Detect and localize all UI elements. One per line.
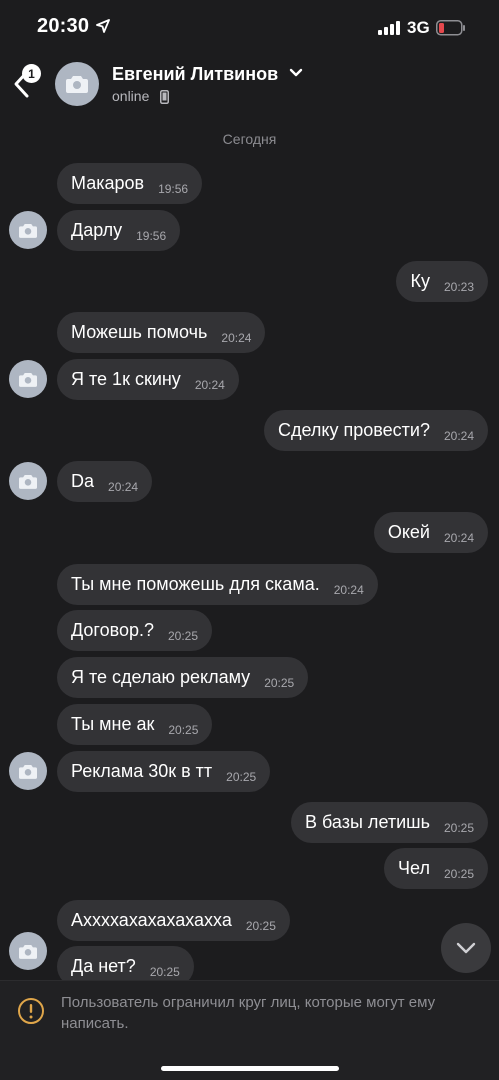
message-time: 20:23 xyxy=(443,279,474,294)
message-time: 20:25 xyxy=(167,628,199,643)
camera-icon xyxy=(19,372,37,387)
message-bubble-incoming[interactable]: Я те сделаю рекламу 20:25 xyxy=(57,657,309,698)
message-time: 20:25 xyxy=(226,769,257,784)
message-time: 20:24 xyxy=(221,330,252,345)
location-arrow-icon xyxy=(96,19,110,33)
message-time: 20:24 xyxy=(443,530,474,545)
contact-name[interactable]: Евгений Литвинов xyxy=(112,64,278,85)
message-bubble-incoming[interactable]: Da 20:24 xyxy=(57,461,153,502)
status-time: 20:30 xyxy=(37,15,90,37)
message-text: Ты мне поможешь для скама. xyxy=(71,574,320,594)
message-bubble-incoming[interactable]: Можешь помочь 20:24 xyxy=(57,312,266,353)
message-bubble-outgoing[interactable]: Сделку провести? 20:24 xyxy=(264,410,488,451)
message-text: Чел xyxy=(398,858,430,878)
message-bubble-incoming[interactable]: Дарлу 19:56 xyxy=(57,210,181,251)
message-bubble-incoming[interactable]: Я те 1к скину 20:24 xyxy=(57,359,239,400)
contact-avatar[interactable] xyxy=(55,62,99,106)
message-bubble-incoming[interactable]: Реклама 30к в тт 20:25 xyxy=(57,751,271,792)
message-text: Ку xyxy=(410,271,430,291)
message-time: 20:24 xyxy=(108,479,139,494)
message-text: Da xyxy=(71,471,95,491)
message-text: Договор.? xyxy=(71,620,154,640)
message-bubble-incoming[interactable]: Договор.? 20:25 xyxy=(57,610,213,651)
message-text: В базы летишь xyxy=(305,812,430,832)
message-time: 19:56 xyxy=(136,228,167,243)
message-bubble-incoming[interactable]: Ты мне ак 20:25 xyxy=(57,704,213,745)
message-bubble-incoming[interactable]: Макаров 19:56 xyxy=(57,163,203,204)
chevron-down-icon[interactable] xyxy=(289,68,303,78)
message-bubble-outgoing[interactable]: Окей 20:24 xyxy=(373,512,488,553)
scroll-down-button[interactable] xyxy=(441,923,491,973)
message-text: Я те сделаю рекламу xyxy=(71,667,251,687)
message-time: 20:24 xyxy=(194,377,225,392)
message-bubble-outgoing[interactable]: Чел 20:25 xyxy=(384,848,488,889)
message-text: Дарлу xyxy=(71,220,123,240)
home-indicator[interactable] xyxy=(161,1066,339,1071)
message-bubble-outgoing[interactable]: Ку 20:23 xyxy=(396,261,488,302)
camera-icon xyxy=(19,223,37,238)
message-text: Я те 1к скину xyxy=(71,369,181,389)
camera-icon xyxy=(19,764,37,779)
message-time: 20:25 xyxy=(149,964,180,979)
sender-avatar[interactable] xyxy=(9,211,47,249)
message-text: Окей xyxy=(387,522,430,542)
status-bar: 20:30 3G xyxy=(0,0,499,56)
message-text: Аххххахахахахахха xyxy=(71,910,232,930)
chevron-down-icon xyxy=(456,942,476,954)
network-type: 3G xyxy=(407,18,430,37)
signal-icon xyxy=(378,21,400,35)
sender-avatar[interactable] xyxy=(9,360,47,398)
battery-icon xyxy=(436,20,465,36)
message-time: 20:24 xyxy=(443,428,474,443)
restriction-notice-bar: Пользователь ограничил круг лиц, которые… xyxy=(0,980,499,1080)
message-time: 20:25 xyxy=(264,675,295,690)
message-text: Реклама 30к в тт xyxy=(71,761,213,781)
camera-icon xyxy=(19,944,37,959)
contact-status: online xyxy=(112,88,150,104)
unread-badge: 1 xyxy=(22,64,41,83)
camera-icon xyxy=(66,76,88,93)
message-time: 20:25 xyxy=(443,866,474,881)
message-bubble-outgoing[interactable]: В базы летишь 20:25 xyxy=(291,802,488,843)
message-text: Макаров xyxy=(71,173,145,193)
message-time: 20:24 xyxy=(333,582,364,597)
message-time: 19:56 xyxy=(158,181,189,196)
date-separator: Сегодня xyxy=(222,131,277,147)
message-time: 20:25 xyxy=(245,918,276,933)
warning-icon xyxy=(18,998,44,1024)
message-time: 20:25 xyxy=(443,820,474,835)
sender-avatar[interactable] xyxy=(9,462,47,500)
message-text: Да нет? xyxy=(71,956,136,976)
message-bubble-incoming[interactable]: Аххххахахахахахха 20:25 xyxy=(57,900,290,941)
phone-icon xyxy=(160,90,169,104)
sender-avatar[interactable] xyxy=(9,932,47,970)
restriction-notice-text: Пользователь ограничил круг лиц, которые… xyxy=(61,994,436,1032)
message-time: 20:25 xyxy=(168,722,199,737)
message-text: Ты мне ак xyxy=(71,714,155,734)
camera-icon xyxy=(19,474,37,489)
message-text: Можешь помочь xyxy=(71,322,208,342)
message-text: Сделку провести? xyxy=(278,420,430,440)
sender-avatar[interactable] xyxy=(9,752,47,790)
message-bubble-incoming[interactable]: Ты мне поможешь для скама. 20:24 xyxy=(57,564,378,605)
